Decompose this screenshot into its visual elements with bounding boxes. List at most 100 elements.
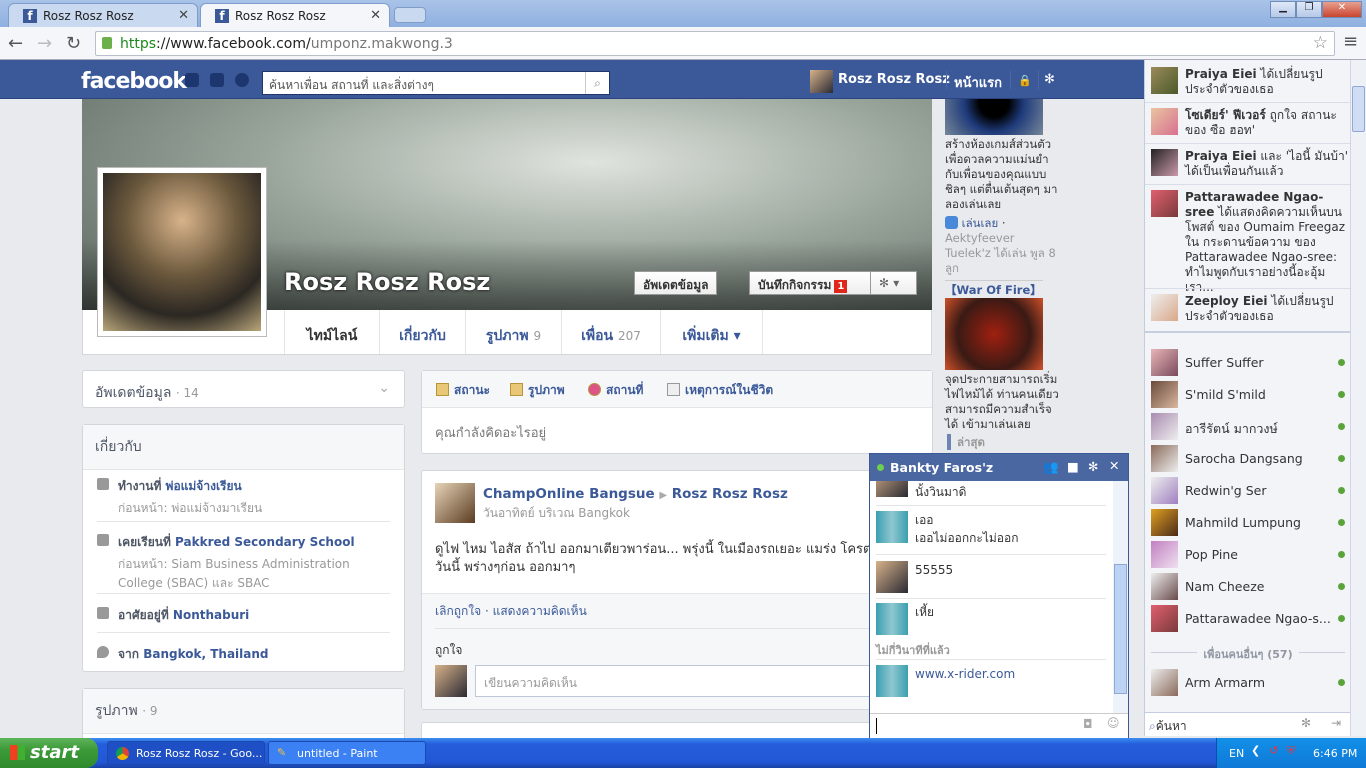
video-call-icon[interactable]: ■ (1067, 459, 1079, 474)
tab-about[interactable]: เกี่ยวกับ (379, 310, 465, 354)
chat-friend[interactable]: Mahmild Lumpung (1151, 509, 1345, 537)
language-indicator[interactable]: EN (1229, 747, 1244, 760)
ticker-scrollbar[interactable] (1350, 60, 1366, 736)
ticker-item[interactable]: Praiya Eiei และ 'ไอนี้ มันบ้า' ได้เป็นเพ… (1151, 149, 1349, 179)
chat-header[interactable]: Bankty Faros'z 👥 ■ ✻ ✕ (870, 454, 1128, 481)
chevron-down-icon[interactable]: ⌄ (378, 380, 390, 396)
home-link[interactable]: หน้าแรก (954, 72, 1002, 93)
unlike-link[interactable]: เลิกถูกใจ (435, 604, 481, 618)
online-indicator (1338, 487, 1345, 494)
bookmark-star-icon[interactable]: ☆ (1313, 33, 1328, 53)
chat-options-gear-icon[interactable]: ✻ (1301, 716, 1311, 730)
address-bar[interactable]: https://www.facebook.com/umponz.makwong.… (95, 31, 1335, 56)
chat-input[interactable]: ◘ ☺ (870, 713, 1128, 738)
tab-photos[interactable]: รูปภาพ 9 (465, 310, 561, 354)
online-indicator (1338, 455, 1345, 462)
settings-dropdown-button[interactable]: ✻ ▾ (870, 271, 917, 295)
friend-requests-icon[interactable] (185, 73, 199, 87)
composer-tab-place[interactable]: สถานที่ (588, 381, 643, 400)
taskbar-item-paint[interactable]: ✎ untitled - Paint (268, 741, 426, 765)
chat-message: เออ เออไม่ออกกะไม่ออก (876, 511, 1108, 547)
chat-contact-name[interactable]: Bankty Faros'z (890, 460, 993, 475)
maximize-button[interactable]: ❐ (1296, 1, 1322, 18)
close-tab-icon[interactable]: ✕ (370, 8, 381, 23)
activity-log-button[interactable]: บันทึกกิจกรรม 1 (749, 271, 871, 295)
ad-image-war-of-fire[interactable] (945, 298, 1043, 370)
profile-picture[interactable] (97, 167, 267, 337)
ad-title[interactable]: 【War Of Fire】 (945, 283, 1060, 298)
update-info-button[interactable]: อัพเดตข้อมูล (634, 271, 718, 295)
composer-tab-life-event[interactable]: เหตุการณ์ในชีวิต (667, 381, 773, 400)
likes-label[interactable]: ถูกใจ (435, 641, 462, 660)
profile-name[interactable]: Rosz Rosz Rosz (284, 268, 490, 296)
play-now-link[interactable]: เล่นเลย (962, 216, 999, 230)
chat-search-input[interactable]: ⌕ค้นหา (1149, 717, 1187, 736)
emoticon-icon[interactable]: ☺ (1107, 716, 1120, 730)
menu-icon[interactable]: ≡ (1343, 31, 1358, 52)
chat-friend[interactable]: Arm Armarm (1151, 669, 1345, 697)
chat-friend[interactable]: Redwin'g Ser (1151, 477, 1345, 505)
browser-tab-active[interactable]: f Rosz Rosz Rosz ✕ (200, 3, 390, 27)
tab-more[interactable]: เพิ่มเติม ▾ (660, 310, 763, 354)
show-hidden-icons[interactable]: ❮ (1251, 744, 1260, 757)
post: ChampOnline Bangsue ▶ Rosz Rosz Rosz วัน… (421, 470, 933, 710)
profile-link[interactable]: Rosz Rosz Rosz (838, 72, 950, 87)
avatar[interactable] (810, 70, 833, 93)
chat-friend[interactable]: Pattarawadee Ngao-s... (1151, 605, 1345, 633)
security-alert-icon[interactable]: ⛨ (1287, 744, 1295, 758)
chat-settings-gear-icon[interactable]: ✻ (1088, 459, 1098, 474)
chat-friend[interactable]: Suffer Suffer (1151, 349, 1345, 377)
chat-friend[interactable]: Nam Cheeze (1151, 573, 1345, 601)
camera-icon[interactable]: ◘ (1083, 717, 1093, 731)
status-input[interactable]: คุณกำลังคิดอะไรอยู่ (422, 408, 932, 457)
add-friends-icon[interactable]: 👥 (1043, 459, 1059, 475)
online-indicator (1338, 519, 1345, 526)
post-target[interactable]: Rosz Rosz Rosz (672, 486, 788, 502)
ticker-item[interactable]: Pattarawadee Ngao-sree ได้แสดงคิดความเห็… (1151, 190, 1349, 295)
close-window-button[interactable]: ✕ (1322, 1, 1362, 18)
settings-gear-icon[interactable]: ✻ (1044, 72, 1055, 87)
chat-message: www.x-rider.com (876, 665, 1108, 697)
facebook-logo[interactable]: facebook (81, 69, 187, 94)
forward-icon[interactable]: → (37, 33, 52, 54)
ticker-item[interactable]: โซเดียร์' ฟีเวอร์ ถูกใจ สถานะ ของ ซือ ฮอ… (1151, 108, 1349, 138)
tab-timeline[interactable]: ไทม์ไลน์ (284, 310, 379, 354)
new-tab-button[interactable] (394, 7, 426, 23)
ticker-item[interactable]: Praiya Eiei ได้เปลี่ยนรูปประจำตัวของเธอ (1151, 67, 1349, 97)
messages-icon[interactable] (210, 73, 224, 87)
back-icon[interactable]: ← (8, 33, 23, 54)
reload-icon[interactable]: ↻ (66, 33, 81, 54)
tab-friends[interactable]: เพื่อน 207 (561, 310, 660, 354)
ticker-item[interactable]: Zeeploy Eiei ได้เปลี่ยนรูปประจำตัวของเธอ (1151, 294, 1349, 324)
search-input[interactable]: ค้นหาเพื่อน สถานที่ และสิ่งต่างๆ ⌕ (262, 71, 610, 95)
taskbar-item-chrome[interactable]: Rosz Rosz Rosz - Goo... (107, 741, 265, 765)
close-chat-icon[interactable]: ✕ (1109, 458, 1119, 473)
chat-friend[interactable]: Pop Pine (1151, 541, 1345, 569)
app-tray-icon[interactable]: ↺ (1269, 744, 1278, 757)
browser-tab[interactable]: f Rosz Rosz Rosz ✕ (8, 3, 198, 27)
chat-scrollbar[interactable] (1113, 481, 1128, 713)
comment-link[interactable]: แสดงความคิดเห็น (493, 604, 587, 618)
chat-friend[interactable]: S'mild S'mild (1151, 381, 1345, 409)
chat-friend[interactable]: อารีรัตน์ มากวงษ์ (1151, 413, 1345, 441)
ad-image-8ball[interactable] (945, 99, 1043, 135)
author-avatar[interactable] (435, 483, 475, 523)
updates-box[interactable]: อัพเดตข้อมูล · 14 ⌄ (82, 370, 405, 408)
close-tab-icon[interactable]: ✕ (178, 8, 189, 23)
comment-input[interactable]: เขียนความคิดเห็น (475, 665, 925, 697)
minimize-button[interactable]: ▁ (1270, 1, 1296, 18)
privacy-shortcuts-icon[interactable]: 🔒 (1018, 74, 1032, 87)
post-author[interactable]: ChampOnline Bangsue (483, 486, 655, 502)
chat-friend[interactable]: Sarocha Dangsang (1151, 445, 1345, 473)
notifications-icon[interactable] (235, 73, 249, 87)
clock[interactable]: 6:46 PM (1313, 747, 1357, 760)
composer-tab-status[interactable]: สถานะ (436, 381, 490, 400)
composer-tab-photo[interactable]: รูปภาพ (510, 381, 565, 400)
app-icon (945, 216, 958, 229)
start-button[interactable]: start (0, 738, 98, 768)
recent-year-link[interactable]: ล่าสุด (947, 434, 985, 450)
post-meta[interactable]: วันอาทิตย์ บริเวณ Bangkok (483, 504, 630, 523)
search-icon[interactable]: ⌕ (585, 72, 609, 94)
chat-link[interactable]: www.x-rider.com (876, 665, 1108, 683)
hide-sidebar-icon[interactable]: ⇥ (1331, 716, 1341, 730)
